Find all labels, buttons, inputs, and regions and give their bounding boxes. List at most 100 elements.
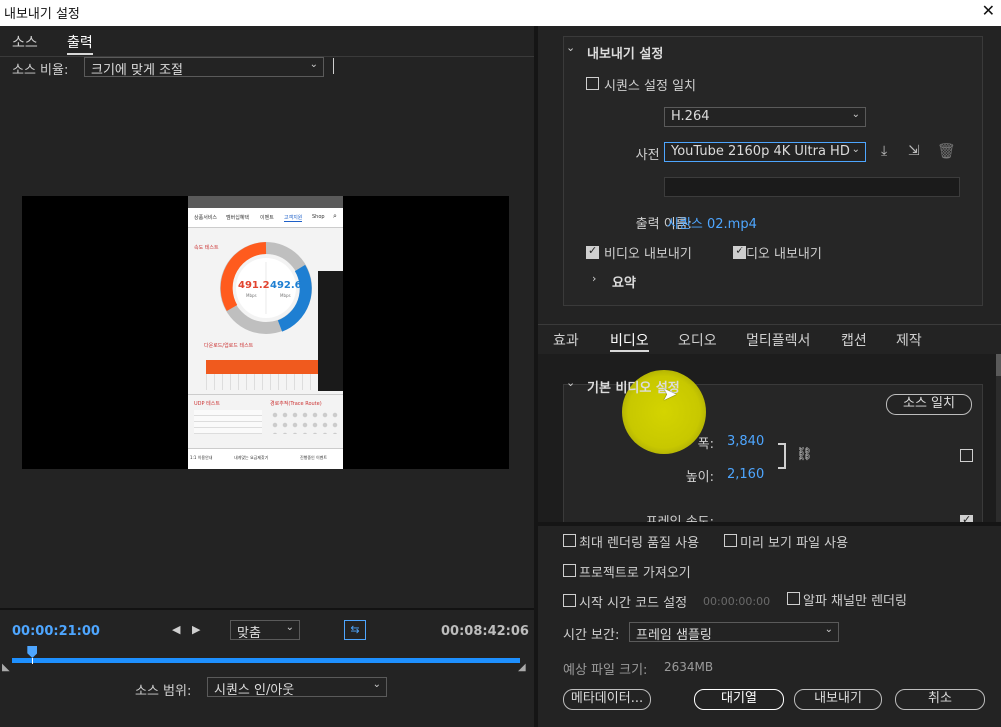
preset-dropdown[interactable]: YouTube 2160p 4K Ultra HD ⌄ — [664, 142, 866, 162]
est-size-value: 2634MB — [664, 660, 714, 674]
phone-section-title: 다운로드/업로드 테스트 — [204, 343, 254, 349]
tab-source[interactable]: 소스 — [12, 32, 38, 52]
scrollbar-track[interactable] — [996, 354, 1001, 522]
interp-label: 시간 보간: — [563, 628, 620, 643]
phone-nav: 상품서비스 멤버십혜택 이벤트 고객지원 Shop ⌕ — [188, 208, 343, 228]
bottom-divider — [538, 522, 1001, 526]
export-video-label: 비디오 내보내기 — [604, 247, 692, 262]
source-range-value: 시퀀스 인/아웃 — [214, 683, 295, 698]
phone-download-value: 491.2 — [238, 280, 270, 291]
alpha-only-checkbox[interactable] — [787, 592, 800, 605]
video-settings-scroll: ⌄ 기본 비디오 설정 ➤ 소스 일치 폭: 3,840 높이: 2,160 ⛓… — [538, 354, 1001, 522]
current-timecode[interactable]: 00:00:21:00 — [12, 624, 100, 639]
source-range-dropdown[interactable]: 시퀀스 인/아웃 ⌄ — [207, 677, 387, 698]
export-settings-title: 내보내기 설정 — [587, 47, 664, 62]
start-timecode-label: 시작 시간 코드 설정 — [579, 596, 688, 611]
in-point-icon[interactable]: ◣ — [2, 662, 10, 673]
phone-nav-item: Shop — [312, 214, 325, 220]
interp-value: 프레임 샘플링 — [636, 628, 712, 643]
timeline-track[interactable] — [12, 658, 520, 663]
mark-out-icon[interactable]: ▶ — [192, 623, 200, 636]
tab-multiplexer[interactable]: 멀티플렉서 — [746, 330, 810, 350]
max-render-label: 최대 렌더링 품질 사용 — [579, 536, 700, 551]
queue-button[interactable]: 대기열 — [694, 689, 784, 710]
playhead-handle[interactable] — [27, 646, 38, 658]
phone-upload-value: 492.6 — [270, 280, 302, 291]
import-project-checkbox[interactable] — [563, 564, 576, 577]
width-height-checkbox[interactable] — [960, 449, 973, 462]
phone-unit: Mbps — [280, 293, 291, 298]
fit-dropdown[interactable]: 맞춤 ⌄ — [230, 620, 300, 641]
frame-rate-label: 프레임 속도: — [598, 511, 714, 522]
chevron-down-icon[interactable]: ⌄ — [566, 41, 575, 54]
phone-nav-item: 상품서비스 — [194, 215, 218, 221]
tab-publish[interactable]: 제작 — [896, 330, 922, 350]
tab-audio[interactable]: 오디오 — [678, 330, 717, 350]
phone-divider — [188, 394, 343, 395]
height-value[interactable]: 2,160 — [727, 467, 764, 482]
unlink-icon[interactable]: ⛓ — [796, 447, 813, 462]
preview-file-checkbox[interactable] — [724, 534, 737, 547]
scrollbar-thumb[interactable] — [996, 354, 1001, 376]
max-render-checkbox[interactable] — [563, 534, 576, 547]
source-range-label: 소스 범위: — [135, 684, 192, 699]
search-icon: ⌕ — [333, 212, 337, 220]
start-timecode-checkbox[interactable] — [563, 594, 576, 607]
save-preset-icon[interactable]: ⤓ — [881, 143, 887, 159]
phone-nav-item: 멤버십혜택 — [226, 215, 250, 221]
preview-file-label: 미리 보기 파일 사용 — [740, 536, 849, 551]
source-scale-dropdown[interactable]: 크기에 맞게 조절 ⌄ — [84, 57, 324, 78]
phone-orange-bar — [206, 360, 318, 374]
phone-footer: 1:1 이용안내 내게맞는 요금제찾기 진행중인 이벤트 — [188, 448, 343, 469]
export-button[interactable]: 내보내기 — [794, 689, 882, 710]
interp-dropdown[interactable]: 프레임 샘플링 ⌄ — [629, 622, 839, 643]
tab-effects[interactable]: 효과 — [553, 330, 579, 350]
aspect-toggle-icon[interactable]: ⇆ — [344, 620, 366, 640]
preset-value: YouTube 2160p 4K Ultra HD — [671, 144, 850, 159]
phone-status-bar — [188, 196, 343, 208]
phone-dark-panel — [318, 271, 343, 391]
import-project-label: 프로젝트로 가져오기 — [579, 566, 691, 581]
phone-trace-dots — [270, 410, 338, 434]
start-timecode-value: 00:00:00:00 — [703, 595, 771, 608]
phone-footer-item: 내게맞는 요금제찾기 — [234, 455, 269, 460]
playhead-line — [32, 658, 34, 664]
cancel-button[interactable]: 취소 — [895, 689, 985, 710]
est-size-label: 예상 파일 크기: — [563, 663, 648, 678]
title-bar: 내보내기 설정 ✕ — [0, 0, 1001, 26]
format-value: H.264 — [671, 109, 710, 124]
match-source-button[interactable]: 소스 일치 — [886, 394, 972, 415]
mouse-pointer-icon: ➤ — [662, 384, 678, 405]
out-point-icon[interactable]: ◢ — [518, 662, 526, 673]
fit-value: 맞춤 — [237, 626, 261, 641]
match-sequence-checkbox[interactable] — [586, 77, 599, 90]
chevron-right-icon[interactable]: › — [592, 272, 596, 285]
frame-rate-checkbox[interactable] — [960, 513, 973, 522]
trash-icon[interactable]: 🗑 — [937, 142, 956, 160]
chevron-down-icon[interactable]: ⌄ — [566, 376, 575, 389]
preview-content: 상품서비스 멤버십혜택 이벤트 고객지원 Shop ⌕ 속도 테스트 491.2… — [188, 196, 343, 469]
comment-input[interactable] — [664, 177, 960, 197]
width-value[interactable]: 3,840 — [727, 434, 764, 449]
phone-udp-table — [194, 410, 262, 434]
source-scale-label: 소스 비율: — [12, 63, 69, 78]
import-preset-icon[interactable]: ⇲ — [908, 143, 920, 159]
tab-captions[interactable]: 캡션 — [841, 330, 867, 350]
chevron-down-icon: ⌄ — [851, 109, 860, 120]
close-icon[interactable]: ✕ — [982, 1, 995, 20]
chevron-down-icon: ⌄ — [309, 59, 318, 70]
format-dropdown[interactable]: H.264 ⌄ — [664, 107, 866, 127]
tab-output[interactable]: 출력 — [67, 32, 93, 55]
mark-in-icon[interactable]: ◀ — [172, 623, 180, 636]
tab-video[interactable]: 비디오 — [610, 330, 649, 352]
settings-pane: ⌄ 내보내기 설정 시퀀스 설정 일치 형식: H.264 ⌄ 사전 설정: Y… — [538, 26, 1001, 727]
export-video-checkbox[interactable] — [586, 244, 599, 259]
text-cursor — [333, 58, 334, 74]
output-name-link[interactable]: 시퀀스 02.mp4 — [667, 213, 757, 232]
phone-udp-title: UDP 테스트 — [194, 401, 220, 407]
chevron-down-icon: ⌄ — [372, 679, 381, 690]
summary-label[interactable]: 요약 — [612, 272, 636, 291]
phone-grid — [206, 374, 318, 390]
phone-nav-item: 이벤트 — [260, 215, 274, 221]
metadata-button[interactable]: 메타데이터... — [563, 689, 651, 710]
